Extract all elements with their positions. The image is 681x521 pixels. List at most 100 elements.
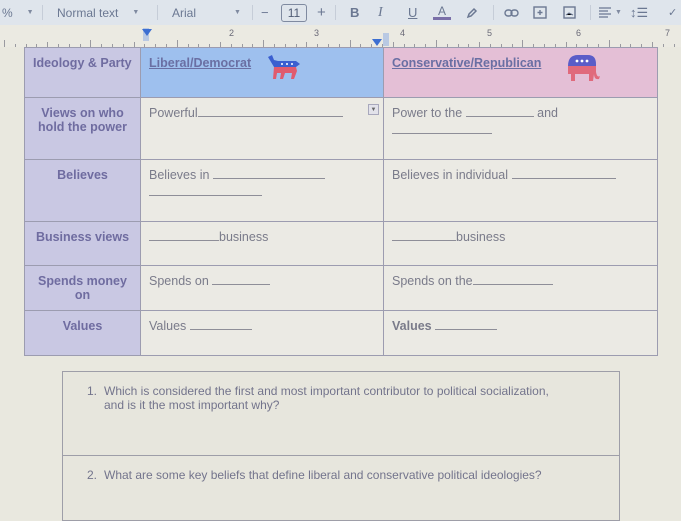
insert-image-button[interactable]: [563, 0, 576, 25]
answer-blank[interactable]: [465, 106, 534, 117]
checklist-button[interactable]: ✓: [668, 0, 677, 25]
minus-icon: −: [261, 5, 269, 20]
ruler-tick: [673, 44, 675, 47]
answer-blank[interactable]: [472, 274, 553, 285]
answer-blank[interactable]: [212, 168, 325, 179]
chevron-down-icon: ▼: [234, 9, 241, 16]
text-color-button[interactable]: A: [433, 0, 451, 25]
conservative-spends-cell[interactable]: Spends on the: [383, 265, 658, 311]
liberal-spends-cell[interactable]: Spends on: [140, 265, 384, 311]
answer-blank[interactable]: [392, 124, 492, 134]
conservative-business-cell[interactable]: business: [383, 221, 658, 266]
insert-image-icon: [563, 6, 576, 19]
header-ideology-party[interactable]: Ideology & Party: [24, 47, 141, 98]
conservative-values-cell[interactable]: Values: [383, 310, 658, 356]
plus-icon: +: [317, 4, 326, 21]
zoom-select[interactable]: % ▼: [2, 0, 34, 25]
insert-link-button[interactable]: [504, 0, 519, 25]
republican-elephant-icon: [568, 55, 600, 81]
header-liberal-democrat[interactable]: Liberal/Democrat: [140, 47, 384, 98]
cell-dropdown-button[interactable]: ▼: [368, 104, 379, 115]
table-row: Business views business business: [24, 221, 658, 266]
header-conservative-republican[interactable]: Conservative/Republican: [383, 47, 658, 98]
ruler-label: 3: [314, 28, 320, 38]
ideology-table: Ideology & Party Liberal/Democrat Conser…: [24, 47, 658, 356]
table-row: Values Values Values: [24, 310, 658, 356]
ruler-tick: [608, 40, 610, 47]
ruler-tick: [349, 40, 351, 47]
answer-blank[interactable]: [197, 106, 343, 117]
right-indent-box[interactable]: [383, 33, 389, 46]
first-line-indent-marker[interactable]: [142, 29, 152, 36]
align-select[interactable]: ▼: [599, 0, 622, 25]
ruler-label: 2: [229, 28, 235, 38]
highlight-pen-icon: [466, 7, 478, 18]
answer-blank[interactable]: [392, 230, 456, 241]
answer-blank[interactable]: [149, 186, 262, 196]
table-row: Believes Believes in Believes in individ…: [24, 159, 658, 222]
insert-comment-button[interactable]: [533, 0, 547, 25]
ruler-label: 6: [576, 28, 582, 38]
underline-icon: U: [408, 5, 418, 20]
conservative-views-power-cell[interactable]: Power to the and: [383, 97, 658, 160]
chevron-down-icon: ▼: [26, 9, 34, 16]
ruler-tick: [263, 40, 265, 47]
increase-font-size-button[interactable]: +: [317, 0, 326, 25]
bold-button[interactable]: B: [350, 0, 359, 25]
horizontal-ruler[interactable]: 2 3 4 5 6 7: [0, 25, 681, 47]
italic-button[interactable]: I: [378, 0, 383, 25]
font-family-select[interactable]: Arial ▼: [172, 0, 241, 25]
liberal-business-cell[interactable]: business: [140, 221, 384, 266]
ruler-tick: [436, 40, 437, 47]
ruler-label: 7: [665, 28, 671, 38]
underline-button[interactable]: U: [408, 0, 417, 25]
question-divider: [63, 455, 619, 456]
table-row: Spends money on Spends on Spends on the: [24, 265, 658, 311]
answer-blank[interactable]: [511, 168, 616, 179]
democrat-donkey-icon: [268, 55, 300, 79]
liberal-believes-cell[interactable]: Believes in: [140, 159, 384, 222]
row-label-values[interactable]: Values: [24, 310, 141, 356]
bold-icon: B: [350, 5, 360, 20]
liberal-values-cell[interactable]: Values: [140, 310, 384, 356]
font-size-input[interactable]: 11: [281, 3, 307, 22]
line-spacing-button[interactable]: ↕☰: [630, 0, 648, 25]
answer-blank[interactable]: [435, 319, 498, 330]
ruler-tick: [14, 44, 16, 47]
right-indent-marker[interactable]: [372, 39, 382, 46]
answer-blank[interactable]: [212, 274, 271, 285]
chevron-down-icon: ▼: [615, 9, 622, 16]
chevron-down-icon: ▼: [132, 9, 140, 16]
formatting-toolbar: % ▼ Normal text ▼ Arial ▼ − 11 + B I U A: [0, 0, 681, 25]
paragraph-style-value: Normal text: [57, 5, 119, 20]
row-label-business-views[interactable]: Business views: [24, 221, 141, 266]
liberal-democrat-link[interactable]: Liberal/Democrat: [149, 56, 251, 70]
answer-blank[interactable]: [189, 319, 252, 330]
ruler-tick: [176, 40, 178, 47]
answer-blank[interactable]: [149, 230, 219, 241]
text-color-icon: A: [433, 5, 451, 20]
checklist-icon: ✓: [668, 7, 678, 19]
insert-comment-icon: [533, 5, 547, 19]
paragraph-style-select[interactable]: Normal text ▼: [57, 0, 139, 25]
row-label-believes[interactable]: Believes: [24, 159, 141, 222]
link-icon: [504, 8, 519, 17]
row-label-views-power[interactable]: Views on who hold the power: [24, 97, 141, 160]
font-family-value: Arial: [172, 5, 197, 20]
highlight-color-button[interactable]: [466, 0, 478, 25]
ruler-label: 4: [400, 28, 406, 38]
align-left-icon: [599, 7, 611, 18]
ruler-tick: [522, 40, 524, 47]
ruler-tick: [90, 40, 92, 47]
conservative-believes-cell[interactable]: Believes in individual: [383, 159, 658, 222]
conservative-republican-link[interactable]: Conservative/Republican: [392, 56, 541, 70]
decrease-font-size-button[interactable]: −: [261, 0, 269, 25]
row-label-spends-money[interactable]: Spends money on: [24, 265, 141, 311]
table-row: Views on who hold the power Powerful ▼ P…: [24, 97, 658, 160]
liberal-views-power-cell[interactable]: Powerful ▼: [140, 97, 384, 160]
line-spacing-icon: ↕☰: [630, 4, 649, 20]
table-header-row: Ideology & Party Liberal/Democrat Conser…: [24, 47, 658, 98]
italic-icon: I: [378, 4, 383, 20]
zoom-value: %: [2, 5, 13, 20]
ruler-label: 5: [487, 28, 493, 38]
